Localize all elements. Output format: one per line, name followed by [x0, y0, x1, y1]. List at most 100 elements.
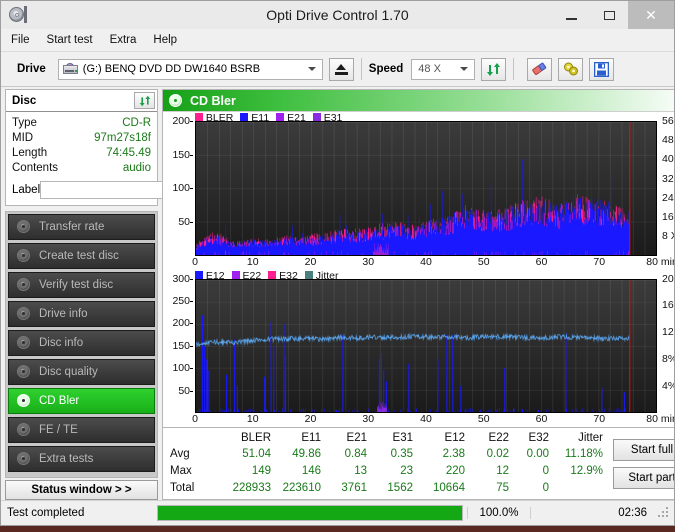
erase-button[interactable]	[527, 57, 553, 81]
start-full-button[interactable]: Start full	[613, 439, 674, 461]
statistics-table: BLER E11 E21 E31 E12 E22 E32 Jitter Avg …	[165, 431, 607, 497]
jitter-chart-y-axis: 50 100 150 200 250 300	[165, 273, 193, 414]
sidebar-item-disc-quality[interactable]: Disc quality	[8, 359, 155, 385]
settings-button[interactable]	[558, 57, 584, 81]
close-button[interactable]: ✕	[628, 1, 674, 29]
menu-item-extra[interactable]: Extra	[110, 34, 137, 46]
y2-tick-label: 48 X	[662, 134, 674, 147]
menu-item-help[interactable]: Help	[153, 34, 177, 46]
y-tick-label: 50	[178, 384, 190, 397]
x-tick-label: 0	[192, 255, 198, 268]
x-tick-label: 80 min	[646, 413, 674, 425]
jitter-chart-legend: E12 E22 E32 Jitter	[195, 270, 343, 282]
disc-icon	[17, 220, 32, 234]
y-tick-label: 200	[172, 115, 190, 127]
cell-avg-bler: 51.04	[242, 447, 271, 460]
cell-total-e12: 10664	[433, 481, 465, 494]
y2-tick-label: 20%	[662, 272, 674, 285]
menu-item-start-test[interactable]: Start test	[47, 34, 93, 46]
bler-chart-speed-axis: 8 X 16 X 24 X 32 X 40 X 48 X 56 X	[658, 115, 674, 256]
sidebar-item-disc-info[interactable]: Disc info	[8, 330, 155, 356]
y-tick-label: 100	[172, 182, 190, 195]
sidebar-item-create-test-disc[interactable]: Create test disc	[8, 243, 155, 269]
sidebar-item-extra-tests[interactable]: Extra tests	[8, 446, 155, 472]
disc-info-row: Type CD-R	[12, 116, 151, 131]
bler-chart-x-axis: 0 10 20 30 40 50 60 70 80 min	[192, 255, 674, 270]
legend-swatch-e32	[268, 270, 277, 279]
row-label-avg: Avg	[170, 447, 190, 460]
x-tick-label: 50	[477, 413, 490, 425]
y-tick	[190, 121, 193, 122]
cell-total-jitter	[553, 480, 607, 497]
eraser-icon	[531, 62, 548, 77]
maximize-button[interactable]	[590, 1, 628, 29]
legend-label-e31: E31	[323, 112, 343, 124]
legend-label-e12: E12	[205, 269, 225, 282]
legend-swatch-bler	[195, 113, 203, 121]
progress-percent: 100.0%	[467, 507, 530, 519]
sidebar-item-cd-bler[interactable]: CD Bler	[8, 388, 155, 414]
y2-tick-label: 16%	[662, 299, 674, 312]
test-action-buttons: Start full Start part	[613, 431, 674, 497]
disc-panel-title: Disc	[12, 94, 37, 107]
disc-length-value: 74:45.49	[106, 147, 151, 159]
row-label-total: Total	[170, 481, 195, 494]
y2-tick-label: 12%	[662, 326, 674, 339]
graph-area: BLER E11 E21 E31 50100150200 8 X16 X24 X…	[163, 112, 674, 427]
save-button[interactable]	[589, 57, 615, 81]
refresh-button[interactable]	[481, 57, 507, 81]
speed-label: Speed	[368, 63, 404, 75]
y-tick	[190, 323, 193, 325]
sidebar-item-drive-info[interactable]: Drive info	[8, 301, 155, 327]
x-tick-label: 60	[535, 255, 548, 268]
disc-panel-header: Disc	[6, 90, 157, 112]
disc-icon	[17, 278, 32, 292]
disc-icon	[17, 423, 32, 437]
y2-tick-label: 32 X	[662, 172, 674, 185]
drive-select[interactable]: (G:) BENQ DVD DD DW1640 BSRB	[57, 58, 323, 80]
disc-mid-label: MID	[12, 132, 34, 144]
disc-panel: Disc Type CD-R MID 97m27s18f Length 74:4…	[5, 89, 243, 206]
sidebar-item-label: Create test disc	[39, 250, 119, 262]
legend-label-e21: E21	[287, 112, 306, 124]
legend-swatch-jitter	[304, 270, 313, 279]
speed-select[interactable]: 48 X	[411, 58, 476, 80]
disc-contents-label: Contents	[12, 162, 59, 174]
disc-refresh-button[interactable]	[134, 92, 155, 109]
legend-label-bler: BLER	[205, 112, 234, 124]
x-tick-label: 30	[362, 413, 375, 425]
sidebar-item-fe-te[interactable]: FE / TE	[8, 417, 155, 443]
resize-grip[interactable]	[657, 506, 671, 520]
x-tick-label: 70	[593, 413, 606, 425]
x-tick-label: 40	[420, 413, 432, 425]
legend-swatch-e12	[195, 270, 203, 279]
y-tick	[190, 300, 193, 302]
cell-max-e12: 220	[445, 464, 465, 477]
start-part-button[interactable]: Start part	[613, 467, 674, 489]
bler-chart-y-axis: 50 100 150 200	[165, 115, 193, 256]
menu-item-file[interactable]: File	[11, 34, 30, 46]
disc-label-caption: Label	[12, 184, 41, 196]
col-e31: E31	[392, 431, 413, 444]
speed-select-value: 48 X	[418, 63, 441, 75]
sidebar-item-transfer-rate[interactable]: Transfer rate	[8, 214, 155, 240]
bler-chart-legend: BLER E11 E21 E31	[195, 112, 346, 124]
cell-max-e31: 23	[400, 464, 413, 477]
sidebar-item-verify-test-disc[interactable]: Verify test disc	[8, 272, 155, 298]
chart-panel-title: CD Bler	[190, 93, 236, 108]
legend-label-e22: E22	[242, 269, 262, 282]
eject-button[interactable]	[328, 57, 354, 81]
jitter-chart-percent-axis: 4% 8% 12% 16% 20%	[658, 273, 674, 414]
y-tick-label: 200	[172, 317, 190, 330]
col-e21: E21	[346, 431, 367, 444]
cell-total-e31: 1562	[387, 481, 413, 494]
table-row: Avg 51.04 49.86 0.84 0.35 2.38 0.02 0.00…	[165, 446, 607, 463]
disc-icon	[17, 365, 32, 379]
cell-avg-e21: 0.84	[344, 447, 367, 460]
status-text: Test completed	[7, 507, 85, 519]
disc-icon	[17, 336, 32, 350]
jitter-chart-x-axis: 0 10 20 30 40 50 60 70 80 min	[192, 413, 674, 427]
status-window-button[interactable]: Status window > >	[5, 480, 158, 500]
y2-tick-label: 16 X	[662, 211, 674, 224]
minimize-button[interactable]	[552, 1, 590, 29]
